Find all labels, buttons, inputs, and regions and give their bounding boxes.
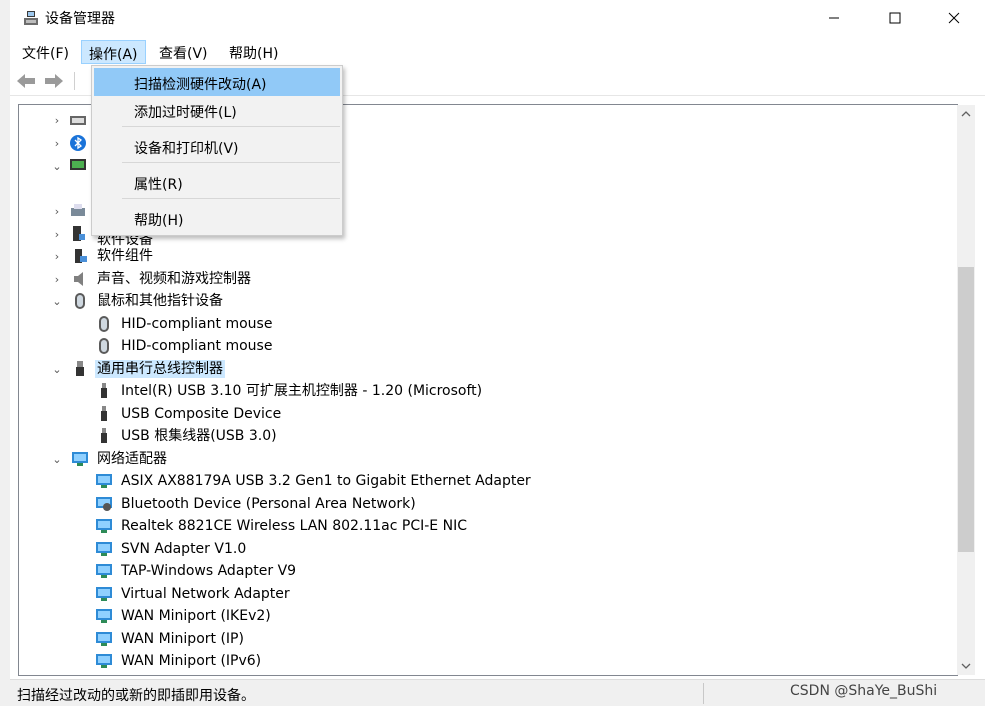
- status-text: 扫描经过改动的或新的即插即用设备。: [17, 688, 255, 704]
- network-icon: [96, 474, 112, 488]
- menu-separator: [122, 162, 340, 163]
- menu-action-help[interactable]: 帮助(H): [94, 204, 340, 232]
- tree-label: USB Composite Device: [121, 406, 282, 422]
- toolbar-separator: [74, 72, 75, 90]
- speaker-icon: [74, 272, 83, 286]
- action-menu-dropdown: 扫描检测硬件改动(A) 添加过时硬件(L) 设备和打印机(V) 属性(R) 帮助…: [91, 65, 343, 236]
- tree-label: 声音、视频和游戏控制器: [97, 271, 251, 287]
- network-icon: [96, 609, 112, 623]
- menu-add-legacy-hardware[interactable]: 添加过时硬件(L): [94, 96, 340, 124]
- tree-label: Intel(R) USB 3.10 可扩展主机控制器 - 1.20 (Micro…: [121, 383, 483, 399]
- printer-icon: [71, 204, 85, 216]
- tree-label: HID-compliant mouse: [121, 316, 273, 332]
- tree-label: 软件组件: [97, 248, 153, 264]
- back-arrow-icon[interactable]: [14, 70, 38, 92]
- device-manager-icon: [24, 11, 38, 25]
- collapse-arrow-icon[interactable]: ⌄: [51, 448, 63, 470]
- network-icon: [96, 632, 112, 646]
- menu-file[interactable]: 文件(F): [15, 40, 76, 64]
- network-icon: [96, 497, 112, 511]
- collapse-arrow-icon[interactable]: ⌄: [51, 290, 63, 312]
- maximize-button[interactable]: [867, 0, 923, 36]
- tree-label: WAN Miniport (IKEv2): [121, 608, 271, 624]
- expand-arrow-icon[interactable]: ›: [51, 245, 63, 267]
- title-bar: 设备管理器: [10, 0, 985, 36]
- network-icon: [96, 542, 112, 556]
- minimize-icon: [829, 17, 839, 19]
- usb-icon: [101, 428, 107, 443]
- monitor-icon: [70, 159, 86, 170]
- vertical-scrollbar[interactable]: [957, 105, 975, 675]
- menu-bar: 文件(F) 操作(A) 查看(V) 帮助(H): [10, 38, 985, 64]
- bluetooth-icon: [70, 135, 86, 151]
- tree-label: TAP-Windows Adapter V9: [121, 563, 297, 579]
- expand-arrow-icon[interactable]: ›: [51, 200, 63, 222]
- maximize-icon: [889, 12, 901, 24]
- software-component-icon: [75, 249, 87, 263]
- scroll-down-button[interactable]: [957, 657, 975, 675]
- usb-icon: [101, 383, 107, 398]
- menu-separator: [122, 198, 340, 199]
- usb-icon: [76, 361, 84, 376]
- network-icon: [96, 654, 112, 668]
- tree-label: WAN Miniport (IPv6): [121, 653, 262, 669]
- tree-label: Virtual Network Adapter: [121, 586, 290, 602]
- close-icon: [948, 12, 960, 24]
- network-icon: [96, 587, 112, 601]
- watermark: CSDN @ShaYe_BuShi: [790, 683, 938, 699]
- tree-label: HID-compliant mouse: [121, 338, 273, 354]
- chevron-down-icon: [961, 663, 971, 669]
- tree-label: USB 根集线器(USB 3.0): [121, 428, 277, 444]
- usb-icon: [101, 406, 107, 421]
- mouse-icon: [75, 293, 85, 309]
- mouse-icon: [99, 316, 109, 332]
- tree-label: ASIX AX88179A USB 3.2 Gen1 to Gigabit Et…: [121, 473, 531, 489]
- mouse-icon: [99, 338, 109, 354]
- collapse-arrow-icon[interactable]: ⌄: [51, 358, 63, 380]
- window-title: 设备管理器: [45, 11, 115, 27]
- network-icon: [96, 519, 112, 533]
- keyboard-icon: [70, 116, 86, 125]
- tree-label: Bluetooth Device (Personal Area Network): [121, 496, 416, 512]
- tree-label: 鼠标和其他指针设备: [97, 293, 223, 309]
- status-divider: [703, 683, 704, 704]
- background-window-strip: [0, 0, 10, 706]
- tree-label: Realtek 8821CE Wireless LAN 802.11ac PCI…: [121, 518, 467, 534]
- chevron-up-icon: [961, 111, 971, 117]
- expand-arrow-icon[interactable]: ›: [51, 223, 63, 245]
- expand-arrow-icon[interactable]: ›: [51, 132, 63, 154]
- menu-properties[interactable]: 属性(R): [94, 168, 340, 196]
- status-bar: 扫描经过改动的或新的即插即用设备。 CSDN @ShaYe_BuShi: [10, 679, 985, 706]
- minimize-button[interactable]: [806, 0, 862, 36]
- software-device-icon: [73, 226, 85, 241]
- menu-help[interactable]: 帮助(H): [222, 40, 285, 64]
- menu-view[interactable]: 查看(V): [152, 40, 215, 64]
- menu-action[interactable]: 操作(A): [81, 40, 146, 64]
- tree-label: SVN Adapter V1.0: [121, 541, 247, 557]
- network-icon: [96, 564, 112, 578]
- menu-separator: [122, 126, 340, 127]
- expand-arrow-icon[interactable]: ›: [51, 109, 63, 131]
- menu-scan-hardware-changes[interactable]: 扫描检测硬件改动(A): [94, 68, 340, 96]
- tree-label: WAN Miniport (IP): [121, 631, 244, 647]
- device-manager-window: 设备管理器 文件(F) 操作(A) 查看(V) 帮助(H) › › ⌄ › › …: [10, 0, 985, 706]
- collapse-arrow-icon[interactable]: ⌄: [51, 155, 63, 177]
- forward-arrow-icon[interactable]: [42, 70, 66, 92]
- scroll-thumb[interactable]: [958, 267, 974, 552]
- menu-devices-and-printers[interactable]: 设备和打印机(V): [94, 132, 340, 160]
- close-button[interactable]: [926, 0, 982, 36]
- tree-label: 通用串行总线控制器: [95, 360, 225, 378]
- network-icon: [72, 452, 88, 466]
- scroll-up-button[interactable]: [957, 105, 975, 123]
- tree-label: 网络适配器: [97, 451, 167, 467]
- expand-arrow-icon[interactable]: ›: [51, 268, 63, 290]
